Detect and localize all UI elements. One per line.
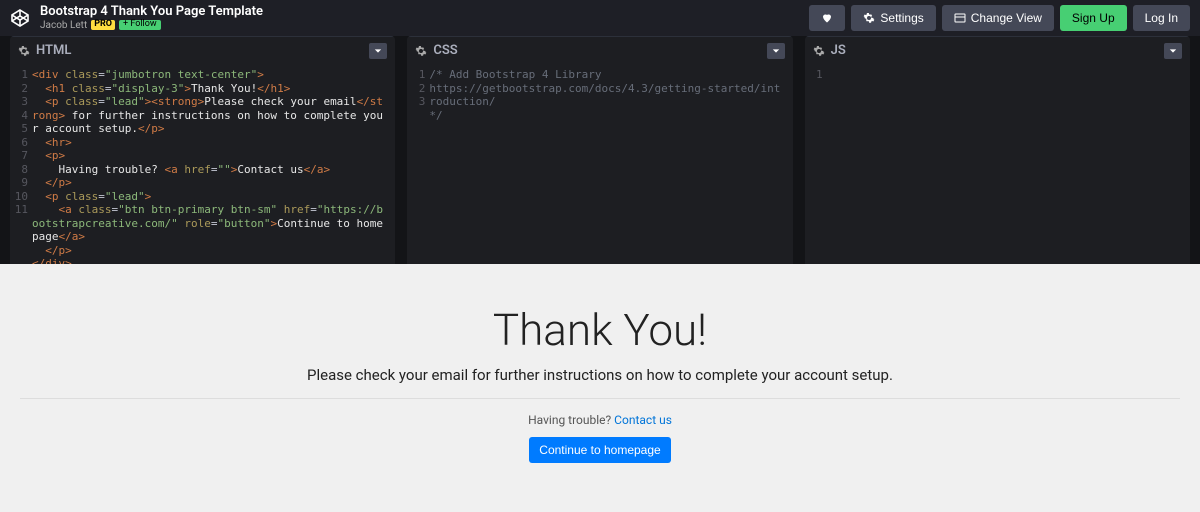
html-editor-title: HTML [36, 43, 71, 58]
css-editor-title-wrap: CSS [415, 43, 457, 58]
css-collapse-button[interactable] [767, 43, 785, 59]
css-code-area[interactable]: 123 /* Add Bootstrap 4 Library https://g… [407, 64, 792, 264]
contact-link[interactable]: Contact us [614, 413, 672, 427]
gear-icon[interactable] [18, 45, 30, 57]
js-editor: JS 1 [805, 36, 1190, 264]
preview-heading: Thank You! [493, 304, 707, 356]
layout-icon [954, 12, 966, 24]
preview-lead: Please check your email for further inst… [307, 366, 893, 384]
chevron-down-icon [374, 47, 382, 55]
follow-button[interactable]: + Follow [119, 20, 161, 30]
heart-icon [821, 12, 833, 24]
header-left: Bootstrap 4 Thank You Page Template Jaco… [10, 5, 263, 30]
codepen-logo-icon [10, 8, 30, 28]
gear-icon[interactable] [415, 45, 427, 57]
preview-trouble: Having trouble? Contact us [528, 413, 672, 427]
js-editor-title: JS [831, 43, 846, 58]
author-name: Jacob Lett [40, 20, 87, 31]
html-collapse-button[interactable] [369, 43, 387, 59]
html-code-area[interactable]: 1234567891011 <div class="jumbotron text… [10, 64, 395, 264]
change-view-button[interactable]: Change View [942, 5, 1054, 31]
css-editor-header: CSS [407, 36, 792, 64]
html-gutter: 1234567891011 [10, 68, 32, 264]
header-right: Settings Change View Sign Up Log In [809, 5, 1190, 31]
author-row: Jacob Lett PRO + Follow [40, 20, 263, 31]
css-code: /* Add Bootstrap 4 Library https://getbo… [429, 68, 792, 264]
heart-button[interactable] [809, 5, 845, 31]
chevron-down-icon [1169, 47, 1177, 55]
app-header: Bootstrap 4 Thank You Page Template Jaco… [0, 0, 1200, 36]
preview-divider [20, 398, 1180, 399]
js-code [827, 68, 1190, 264]
change-view-label: Change View [971, 11, 1042, 25]
pro-badge: PRO [91, 20, 115, 30]
html-editor-header: HTML [10, 36, 395, 64]
js-code-area[interactable]: 1 [805, 64, 1190, 264]
js-collapse-button[interactable] [1164, 43, 1182, 59]
gear-icon[interactable] [813, 45, 825, 57]
settings-label: Settings [880, 11, 923, 25]
js-editor-title-wrap: JS [813, 43, 846, 58]
settings-button[interactable]: Settings [851, 5, 935, 31]
html-code: <div class="jumbotron text-center"> <h1 … [32, 68, 395, 264]
html-editor: HTML 1234567891011 <div class="jumbotron… [10, 36, 395, 264]
js-gutter: 1 [805, 68, 827, 264]
preview-pane: Thank You! Please check your email for f… [0, 264, 1200, 512]
js-editor-header: JS [805, 36, 1190, 64]
css-editor: CSS 123 /* Add Bootstrap 4 Library https… [407, 36, 792, 264]
title-block: Bootstrap 4 Thank You Page Template Jaco… [40, 5, 263, 30]
css-gutter: 123 [407, 68, 429, 264]
css-editor-title: CSS [433, 43, 457, 58]
continue-button[interactable]: Continue to homepage [529, 437, 670, 463]
gear-icon [863, 12, 875, 24]
signup-button[interactable]: Sign Up [1060, 5, 1127, 31]
html-editor-title-wrap: HTML [18, 43, 71, 58]
chevron-down-icon [772, 47, 780, 55]
pen-title: Bootstrap 4 Thank You Page Template [40, 5, 263, 19]
editors-row: HTML 1234567891011 <div class="jumbotron… [0, 36, 1200, 264]
login-button[interactable]: Log In [1133, 5, 1190, 31]
